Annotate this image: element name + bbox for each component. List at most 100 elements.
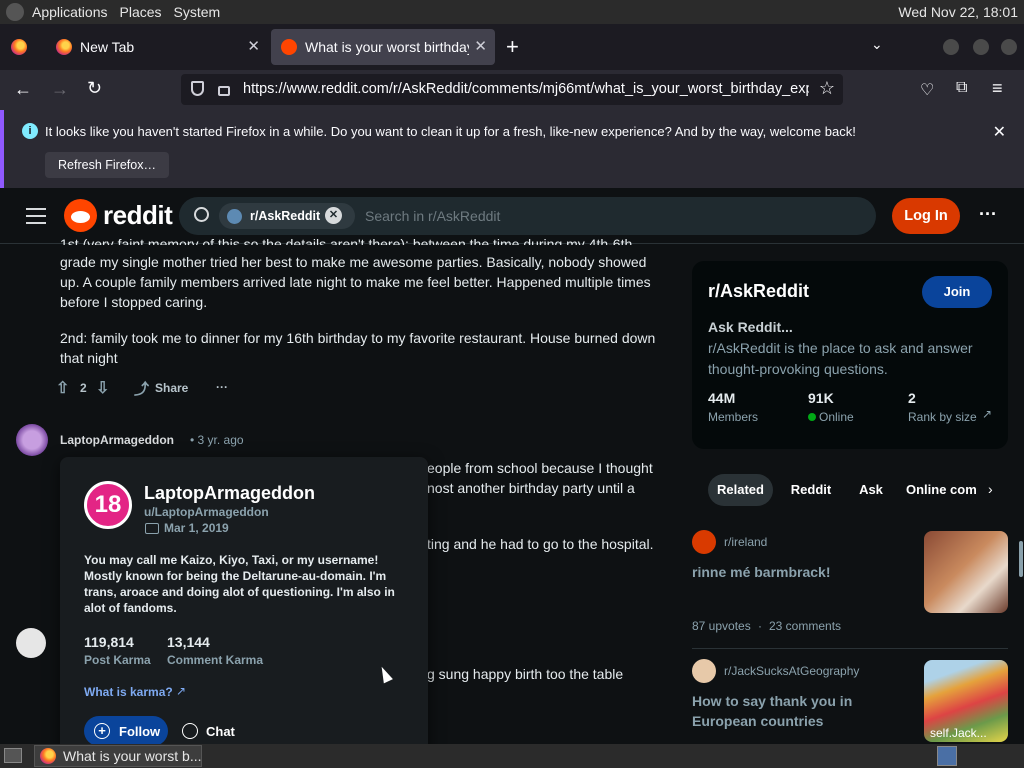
chat-button[interactable]: Chat xyxy=(174,716,244,746)
subreddit-search-chip[interactable]: r/AskReddit ✕ xyxy=(219,203,355,229)
share-icon[interactable]: ⤴ xyxy=(134,378,149,399)
related-post-title[interactable]: rinne mé barmbrack! xyxy=(692,564,831,580)
pill-ask[interactable]: Ask xyxy=(850,474,892,506)
search-placeholder[interactable]: Search in r/AskReddit xyxy=(365,208,500,224)
post-karma-label: Post Karma xyxy=(84,653,151,667)
commenter-avatar-2[interactable] xyxy=(16,628,46,658)
show-desktop-icon[interactable] xyxy=(4,748,22,763)
related-post-sub: r/JackSucksAtGeography xyxy=(724,664,860,678)
page-scrollbar-thumb[interactable] xyxy=(1019,541,1023,577)
url-text[interactable]: https://www.reddit.com/r/AskReddit/comme… xyxy=(243,81,809,97)
pill-online-com[interactable]: Online com xyxy=(906,474,978,506)
extensions-icon[interactable]: ⧉ xyxy=(956,79,967,97)
forward-arrow-icon[interactable]: → xyxy=(51,79,69,100)
pocket-icon[interactable]: ♡ xyxy=(920,80,934,100)
what-is-karma-link[interactable]: What is karma? xyxy=(84,685,173,699)
reddit-favicon-icon xyxy=(281,39,297,55)
close-tab-icon[interactable]: ✕ xyxy=(474,37,487,55)
members-count: 44M xyxy=(708,390,736,406)
desktop-top-panel: Applications Places System Wed Nov 22, 1… xyxy=(0,0,1024,24)
url-bar[interactable]: https://www.reddit.com/r/AskReddit/comme… xyxy=(181,74,843,105)
close-tab-icon[interactable]: ✕ xyxy=(247,37,260,55)
sidebar-title: Ask Reddit... xyxy=(708,319,793,335)
related-post-sub: r/ireland xyxy=(724,535,768,549)
vote-count: 2 xyxy=(80,381,87,395)
comment-paragraph-2: 2nd: family took me to dinner for my 16t… xyxy=(60,330,656,366)
user-avatar-badge: 18 xyxy=(84,481,132,529)
follow-label: Follow xyxy=(119,724,161,739)
desktop-taskbar: What is your worst b... xyxy=(0,744,1024,768)
separator-dot: · xyxy=(758,619,762,633)
bookmark-star-icon[interactable]: ☆ xyxy=(819,78,835,99)
more-options-icon[interactable]: ··· xyxy=(979,204,997,225)
follow-button[interactable]: + Follow xyxy=(84,716,168,746)
minimize-icon[interactable] xyxy=(943,39,959,55)
plus-circle-icon: + xyxy=(94,723,110,739)
join-button[interactable]: Join xyxy=(922,276,992,308)
online-count: 91K xyxy=(808,390,834,406)
jacksucks-subreddit-icon xyxy=(692,659,716,683)
refresh-firefox-button[interactable]: Refresh Firefox… xyxy=(45,152,169,178)
related-post-jacksucks[interactable]: r/JackSucksAtGeography How to say thank … xyxy=(692,659,1008,744)
close-notification-icon[interactable]: ✕ xyxy=(993,122,1006,142)
downvote-icon[interactable]: ⇩ xyxy=(96,378,109,398)
comment-paragraph-1: grade my single mother tried her best to… xyxy=(60,254,651,310)
tab-reddit[interactable]: What is your worst birthday ✕ xyxy=(271,29,495,65)
list-all-tabs-icon[interactable]: ⌄ xyxy=(871,36,883,53)
members-label: Members xyxy=(708,410,759,424)
tab-label: What is your worst birthday xyxy=(305,39,469,55)
firefox-icon xyxy=(40,748,56,764)
shield-icon[interactable] xyxy=(191,81,204,96)
login-button[interactable]: Log In xyxy=(892,198,960,234)
lock-icon[interactable] xyxy=(218,86,230,96)
sidebar-subreddit-name[interactable]: r/AskReddit xyxy=(708,281,809,302)
notification-message: It looks like you haven't started Firefo… xyxy=(45,124,856,139)
comment-author[interactable]: LaptopArmageddon xyxy=(60,433,174,447)
pill-reddit[interactable]: Reddit xyxy=(782,474,840,506)
maximize-icon[interactable] xyxy=(973,39,989,55)
chip-remove-icon[interactable]: ✕ xyxy=(325,207,342,224)
related-post-comments: 23 comments xyxy=(769,619,842,633)
more-actions-icon[interactable]: ··· xyxy=(216,380,228,394)
related-post-title[interactable]: How to say thank you in European countri… xyxy=(692,691,892,731)
app-menu-icon[interactable]: ≡ xyxy=(992,78,1003,99)
system-menu[interactable]: System xyxy=(174,4,221,20)
comment-actions: ⇧ 2 ⇩ ⤴ Share ··· xyxy=(56,378,256,398)
close-window-icon[interactable] xyxy=(1001,39,1017,55)
reddit-logo[interactable]: reddit xyxy=(64,199,173,232)
upvote-icon[interactable]: ⇧ xyxy=(56,378,69,398)
reddit-wordmark: reddit xyxy=(103,200,173,230)
back-arrow-icon[interactable]: ← xyxy=(14,79,32,100)
applications-menu[interactable]: Applications xyxy=(32,4,108,20)
firefox-view-icon[interactable] xyxy=(11,39,27,55)
tab-new-tab[interactable]: New Tab ✕ xyxy=(44,29,268,65)
rank-label[interactable]: Rank by size xyxy=(908,410,977,424)
ireland-subreddit-icon xyxy=(692,530,716,554)
hovercard-cakeday: Mar 1, 2019 xyxy=(164,521,229,535)
related-post-ireland[interactable]: r/ireland rinne mé barmbrack! 87 upvotes… xyxy=(692,530,1008,640)
barmbrack-thumbnail[interactable] xyxy=(924,531,1008,613)
user-hover-card: 18 LaptopArmageddon u/LaptopArmageddon M… xyxy=(60,457,428,757)
clock[interactable]: Wed Nov 22, 18:01 xyxy=(898,4,1018,20)
reddit-search-bar[interactable]: r/AskReddit ✕ Search in r/AskReddit xyxy=(179,197,876,235)
navigation-toolbar: ← → ↻ https://www.reddit.com/r/AskReddit… xyxy=(0,70,1024,110)
comment-partial-line: 1st (very faint memory of this so the de… xyxy=(60,236,633,245)
chevron-right-icon[interactable]: › xyxy=(988,481,993,497)
hamburger-menu-icon[interactable] xyxy=(26,208,46,229)
places-menu[interactable]: Places xyxy=(120,4,162,20)
chat-bubble-icon xyxy=(182,723,198,739)
comment-line-2: nost another birthday party until a xyxy=(427,480,635,496)
chip-label: r/AskReddit xyxy=(250,209,321,223)
gnome-foot-icon[interactable] xyxy=(6,3,24,21)
commenter-avatar[interactable] xyxy=(16,424,48,456)
europe-map-thumbnail[interactable]: self.Jack... xyxy=(924,660,1008,742)
hovercard-username[interactable]: LaptopArmageddon xyxy=(144,483,315,504)
share-button[interactable]: Share xyxy=(155,381,188,395)
workspace-switcher-icon[interactable] xyxy=(937,746,957,766)
pill-related[interactable]: Related xyxy=(708,474,773,506)
reload-icon[interactable]: ↻ xyxy=(87,78,102,99)
taskbar-window-button[interactable]: What is your worst b... xyxy=(34,745,202,767)
new-tab-plus-icon[interactable]: + xyxy=(506,34,519,60)
external-link-icon: ↗ xyxy=(176,684,187,698)
comment-karma-label: Comment Karma xyxy=(167,653,264,667)
